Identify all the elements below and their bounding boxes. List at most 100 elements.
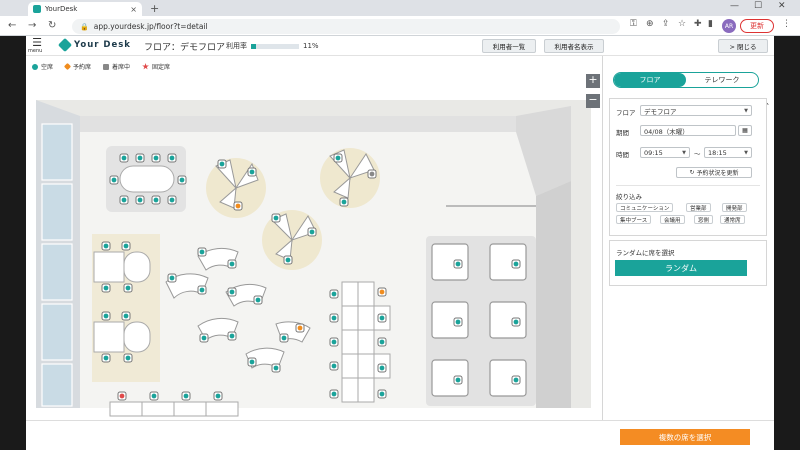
minimize-icon[interactable]: — [730,1,739,11]
seat-status-dot[interactable] [455,377,461,383]
seat-status-dot[interactable] [249,169,255,175]
seat-status-dot[interactable] [331,363,337,369]
seat-status-dot[interactable] [273,365,279,371]
filter-chip[interactable]: 窓側 [694,215,714,224]
bookmark-star-icon[interactable]: ☆ [678,19,686,29]
browser-menu-icon[interactable]: ⋮ [782,19,791,29]
seat-status-dot[interactable] [513,319,519,325]
calendar-icon[interactable]: ▦ [738,125,752,136]
app-logo[interactable]: Your Desk [57,37,131,53]
seat-status-dot[interactable] [119,393,125,399]
seat-status-dot[interactable] [331,291,337,297]
show-names-button[interactable]: 利用者名表示 [544,39,604,53]
seat-status-dot[interactable] [229,333,235,339]
share-icon[interactable]: ⇪ [662,19,670,29]
seat-status-dot[interactable] [219,161,225,167]
random-button[interactable]: ランダム [615,260,747,276]
seat-status-dot[interactable] [201,335,207,341]
seat-status-dot[interactable] [369,171,375,177]
maximize-icon[interactable]: ☐ [754,1,762,11]
filter-chip[interactable]: 通常席 [720,215,745,224]
seat-status-dot[interactable] [125,355,131,361]
seat-status-dot[interactable] [513,377,519,383]
seat-status-dot[interactable] [379,365,385,371]
filter-chip[interactable]: 営業部 [686,203,711,212]
seat-status-dot[interactable] [379,289,385,295]
tab-close-icon[interactable]: × [130,5,137,14]
filter-chip[interactable]: 集中ブース [616,215,652,224]
seat-status-dot[interactable] [169,197,175,203]
key-icon[interactable]: ⚿ [630,19,637,29]
filter-chip[interactable]: コミュニケーション [616,203,674,212]
back-icon[interactable]: ← [8,20,16,31]
seat-status-dot[interactable] [331,315,337,321]
time-to-select[interactable]: 18:15 ▼ [704,147,752,158]
select-multiple-seats-button[interactable]: 複数の席を選択 [620,429,750,445]
seat-status-dot[interactable] [281,335,287,341]
seat-status-dot[interactable] [169,155,175,161]
seat-status-dot[interactable] [151,393,157,399]
seat-status-dot[interactable] [335,155,341,161]
seat-status-dot[interactable] [379,315,385,321]
profile-avatar[interactable]: AR [722,19,736,33]
zoom-icon[interactable]: ⊕ [646,19,654,29]
seat-status-dot[interactable] [199,287,205,293]
seat-status-dot[interactable] [169,275,175,281]
seat-status-dot[interactable] [121,197,127,203]
seat-status-dot[interactable] [341,199,347,205]
update-button[interactable]: 更新 [740,19,774,33]
floor-select[interactable]: デモフロア ▼ [640,105,752,116]
seat-status-dot[interactable] [235,203,241,209]
reload-icon[interactable]: ↻ [48,20,56,31]
seat-status-dot[interactable] [179,177,185,183]
seat-status-dot[interactable] [309,229,315,235]
tab-telework[interactable]: テレワーク [686,73,758,87]
update-reservation-button[interactable]: ↻ 予約状況を更新 [676,167,752,178]
date-field[interactable]: 04/08（木曜） [640,125,736,136]
hamburger-menu-icon[interactable]: ☰ [30,37,44,48]
seat-status-dot[interactable] [379,339,385,345]
seat-status-dot[interactable] [103,313,109,319]
seat-status-dot[interactable] [249,359,255,365]
seat-status-dot[interactable] [455,319,461,325]
filter-chip[interactable]: 開発部 [722,203,747,212]
window-close-icon[interactable]: ✕ [778,1,786,11]
new-tab-button[interactable]: + [150,2,159,15]
seat-status-dot[interactable] [331,339,337,345]
seat-status-dot[interactable] [513,261,519,267]
seat-status-dot[interactable] [379,391,385,397]
filter-chip[interactable]: 会議用 [660,215,685,224]
zoom-in-button[interactable]: + [586,74,600,88]
seat-status-dot[interactable] [121,155,127,161]
address-bar[interactable]: 🔒 app.yourdesk.jp/floor?t=detail [72,19,620,34]
seat-status-dot[interactable] [137,155,143,161]
sidebar-icon[interactable]: ▮ [708,19,713,29]
seat-status-dot[interactable] [331,391,337,397]
seat-status-dot[interactable] [455,261,461,267]
seat-status-dot[interactable] [229,289,235,295]
time-from-select[interactable]: 09:15 ▼ [640,147,690,158]
seat-status-dot[interactable] [153,155,159,161]
seat-status-dot[interactable] [125,285,131,291]
seat-status-dot[interactable] [183,393,189,399]
seat-status-dot[interactable] [199,249,205,255]
seat-status-dot[interactable] [123,313,129,319]
seat-status-dot[interactable] [153,197,159,203]
seat-status-dot[interactable] [123,243,129,249]
seat-status-dot[interactable] [103,285,109,291]
seat-status-dot[interactable] [137,197,143,203]
close-panel-button[interactable]: > 閉じる [718,39,768,53]
seat-status-dot[interactable] [285,257,291,263]
seat-status-dot[interactable] [297,325,303,331]
seat-status-dot[interactable] [103,243,109,249]
seat-status-dot[interactable] [273,215,279,221]
seat-status-dot[interactable] [255,297,261,303]
user-list-button[interactable]: 利用者一覧 [482,39,536,53]
forward-icon[interactable]: → [28,20,36,31]
seat-status-dot[interactable] [215,393,221,399]
seat-status-dot[interactable] [111,177,117,183]
extensions-icon[interactable]: ✚ [694,19,702,29]
tab-floor[interactable]: フロア [614,73,686,87]
zoom-out-button[interactable]: − [586,94,600,108]
browser-tab[interactable]: YourDesk × [28,2,142,16]
